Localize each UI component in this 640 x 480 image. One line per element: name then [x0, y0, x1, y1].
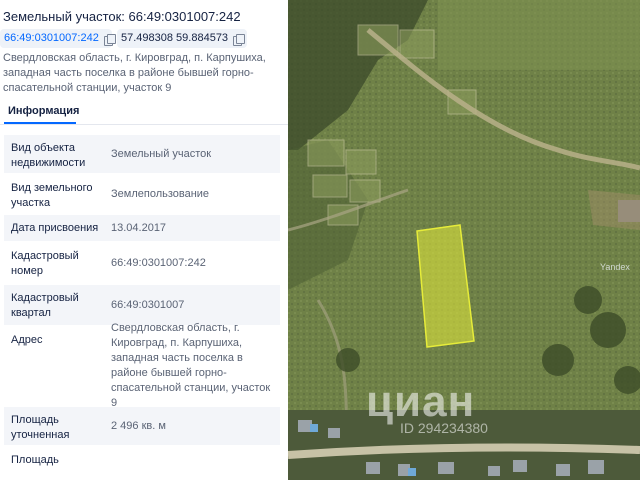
- coordinates-chip[interactable]: 57.498308 59.884573: [117, 29, 247, 48]
- cadastral-number-text: 66:49:0301007:242: [4, 32, 99, 44]
- address-text: Свердловская область, г. Кировград, п. К…: [3, 52, 266, 94]
- info-row-label: Адрес: [11, 334, 43, 346]
- info-row-area: Площадь: [4, 447, 280, 480]
- info-row-value: Свердловская область, г. Кировград, п. К…: [111, 322, 271, 409]
- info-row-label: Вид земельного участка: [11, 182, 93, 209]
- tab-information[interactable]: Информация: [8, 105, 79, 117]
- info-row-value: 66:49:0301007:242: [111, 256, 206, 269]
- info-row-value: Землепользование: [111, 187, 210, 200]
- info-row-address: Адрес Свердловская область, г. Кировград…: [4, 322, 280, 409]
- coordinates-text: 57.498308 59.884573: [121, 32, 229, 44]
- info-row-value: 66:49:0301007: [111, 298, 185, 311]
- map-provider-label: Yandex: [600, 262, 630, 272]
- info-row-label: Площадь: [11, 454, 59, 466]
- tabs-divider: [0, 124, 288, 125]
- info-row-assign-date: Дата присвоения 13.04.2017: [4, 215, 280, 243]
- page-title: Земельный участок: 66:49:0301007:242: [3, 9, 241, 24]
- copy-icon[interactable]: [103, 33, 117, 46]
- info-row-object-type: Вид объекта недвижимости Земельный участ…: [4, 135, 280, 175]
- info-row-value: Земельный участок: [111, 147, 212, 160]
- info-row-area-refined: Площадь уточненная 2 496 кв. м: [4, 407, 280, 447]
- copy-icon[interactable]: [233, 33, 245, 46]
- info-row-value: [102, 447, 280, 480]
- info-row-label: Площадь уточненная: [11, 414, 70, 441]
- info-row-cadastral-number: Кадастровый номер 66:49:0301007:242: [4, 243, 280, 285]
- info-panel: Земельный участок: 66:49:0301007:242 66:…: [0, 0, 288, 480]
- info-row-land-type: Вид земельного участка Землепользование: [4, 175, 280, 215]
- watermark-id: ID 294234380: [400, 420, 488, 436]
- cadastral-number-chip[interactable]: 66:49:0301007:242: [0, 29, 117, 48]
- info-row-value: 13.04.2017: [111, 221, 167, 234]
- info-row-label: Дата присвоения: [11, 222, 99, 234]
- info-table: Вид объекта недвижимости Земельный участ…: [4, 135, 280, 480]
- info-row-label: Кадастровый квартал: [11, 292, 79, 319]
- satellite-map[interactable]: Yandex циан ID 294234380: [288, 0, 640, 480]
- info-row-label: Вид объекта недвижимости: [11, 142, 86, 169]
- info-row-label: Кадастровый номер: [11, 250, 79, 277]
- info-row-value: 2 496 кв. м: [111, 419, 166, 432]
